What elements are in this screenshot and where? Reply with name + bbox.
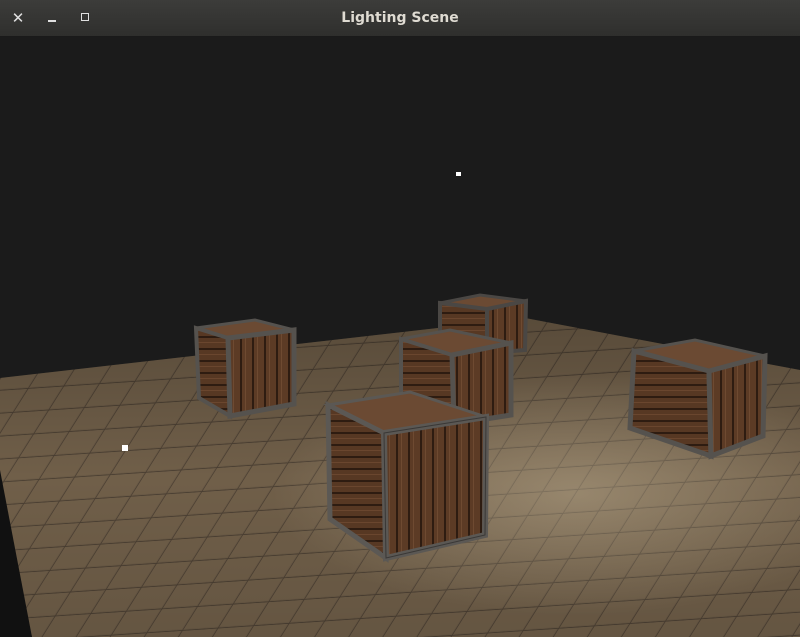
maximize-button[interactable] — [77, 9, 95, 27]
render-viewport[interactable] — [0, 37, 800, 637]
crate-left — [193, 318, 297, 420]
close-icon: ✕ — [11, 9, 25, 27]
close-button[interactable]: ✕ — [9, 9, 27, 27]
window-title: Lighting Scene — [341, 10, 459, 26]
minimize-icon — [48, 20, 56, 22]
light-source-top — [456, 172, 461, 176]
light-source-left — [122, 445, 128, 451]
title-bar[interactable]: ✕ Lighting Scene — [0, 0, 800, 37]
minimize-button[interactable] — [43, 9, 61, 27]
maximize-icon — [81, 13, 89, 21]
application-window: ✕ Lighting Scene — [0, 0, 800, 637]
crate-front — [323, 390, 490, 563]
